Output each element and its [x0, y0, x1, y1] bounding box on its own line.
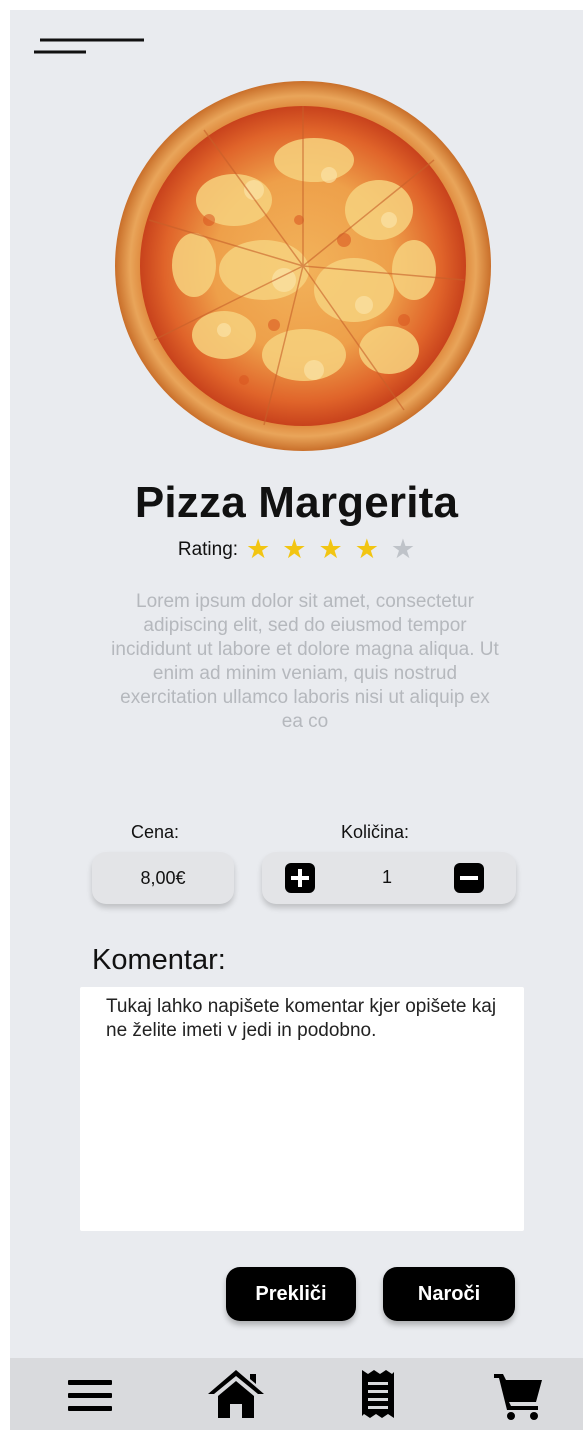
price-label: Cena:	[131, 822, 180, 842]
plus-icon-vertical	[298, 869, 302, 887]
cancel-button[interactable]: Prekliči	[226, 1267, 356, 1321]
minus-icon	[460, 876, 478, 880]
product-description: Lorem ipsum dolor sit amet, consectetur …	[111, 591, 499, 732]
quantity-value: 1	[381, 867, 392, 887]
comment-input[interactable]: Tukaj lahko napišete komentar kjer opiše…	[80, 987, 524, 1231]
pizza-image	[115, 81, 491, 451]
star-icon: ★	[246, 534, 271, 564]
rating-stars: ★ ★ ★ ★ ★	[246, 536, 415, 563]
star-icon: ★	[318, 534, 343, 564]
increase-quantity-button[interactable]	[285, 863, 315, 893]
star-icon: ★	[354, 534, 379, 564]
menu-icon[interactable]	[68, 1376, 112, 1416]
quantity-stepper: 1	[262, 852, 516, 904]
quantity-label: Količina:	[341, 822, 410, 842]
menu-icon[interactable]	[34, 36, 146, 56]
star-icon: ★	[282, 534, 307, 564]
decrease-quantity-button[interactable]	[454, 863, 484, 893]
order-button[interactable]: Naroči	[383, 1267, 515, 1321]
price-value: 8,00€	[92, 852, 234, 904]
rating: Rating: ★ ★ ★ ★ ★	[10, 536, 583, 563]
cart-icon[interactable]	[494, 1372, 544, 1420]
comment-label: Komentar:	[92, 944, 226, 976]
star-empty-icon: ★	[390, 534, 416, 564]
home-icon[interactable]	[206, 1368, 266, 1420]
product-title: Pizza Margerita	[134, 478, 459, 527]
bottom-nav	[10, 1358, 583, 1430]
rating-label: Rating:	[177, 538, 239, 560]
product-screen: Pizza Margerita Rating: ★ ★ ★ ★ ★ Lorem …	[10, 10, 583, 1430]
receipt-icon[interactable]	[360, 1368, 396, 1422]
